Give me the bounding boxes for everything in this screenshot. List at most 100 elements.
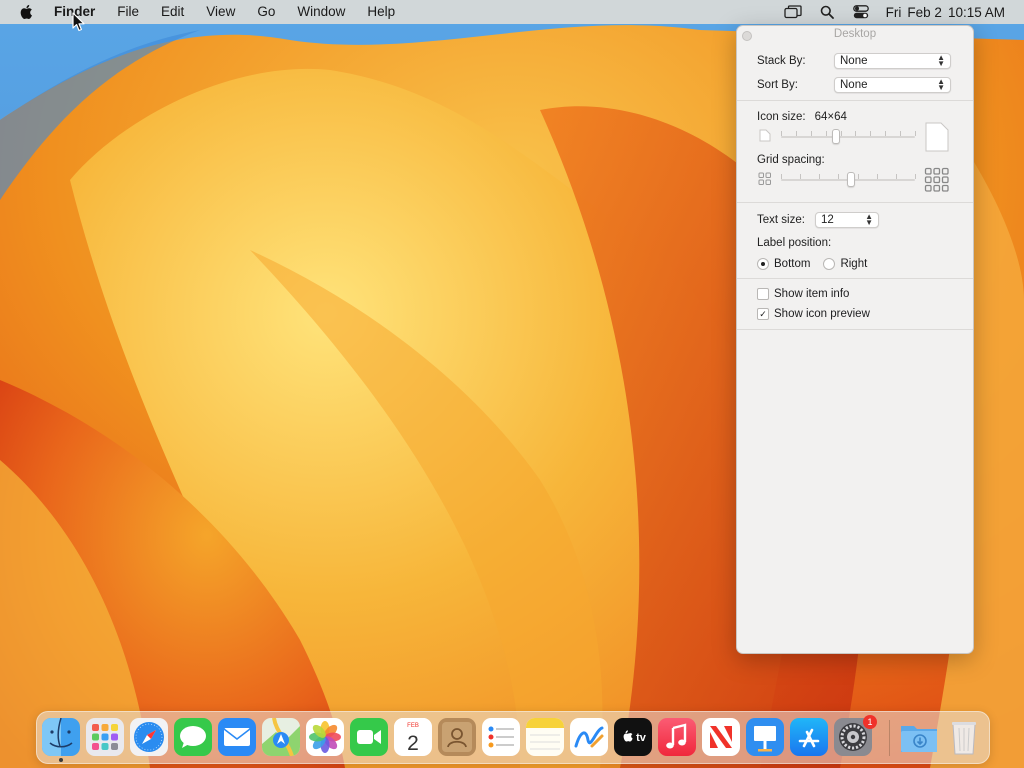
clock-date: Feb 2	[907, 4, 942, 20]
large-document-icon	[925, 122, 949, 152]
slider-tick	[781, 131, 782, 136]
messages-icon[interactable]	[174, 718, 212, 756]
icon-size-slider[interactable]	[757, 122, 953, 154]
app-store-icon[interactable]	[790, 718, 828, 756]
menu-edit[interactable]: Edit	[150, 0, 195, 24]
slider-tick	[781, 174, 782, 179]
screen-mirroring-icon[interactable]	[776, 0, 810, 24]
slider-tick	[915, 174, 916, 179]
notes-icon[interactable]	[526, 718, 564, 756]
dock: FEB 2 tv 1	[36, 711, 990, 764]
sort-by-row: Sort By: None ▲ ▼	[737, 73, 973, 97]
show-icon-preview-label[interactable]: Show icon preview	[774, 308, 870, 320]
icon-size-slider-track	[781, 136, 915, 138]
chevron-updown-icon: ▲ ▼	[937, 53, 945, 68]
facetime-icon[interactable]	[350, 718, 388, 756]
calendar-icon[interactable]: FEB 2	[394, 718, 432, 756]
menu-view[interactable]: View	[195, 0, 246, 24]
slider-tick	[877, 174, 878, 179]
menu-window[interactable]: Window	[286, 0, 356, 24]
contacts-icon[interactable]	[438, 718, 476, 756]
sort-by-value: None	[840, 79, 868, 91]
icon-size-label-row: Icon size: 64×64	[757, 108, 953, 126]
icon-size-value: 64×64	[814, 111, 847, 123]
radio-right[interactable]	[823, 258, 836, 270]
tv-icon[interactable]: tv	[614, 718, 652, 756]
show-item-info-row[interactable]: Show item info	[737, 284, 973, 304]
dock-separator	[889, 720, 890, 756]
freeform-icon[interactable]	[570, 718, 608, 756]
radio-bottom-label[interactable]: Bottom	[774, 258, 810, 270]
slider-tick	[819, 174, 820, 179]
menu-bar-clock[interactable]: Fri Feb 2 10:15 AM	[878, 5, 1024, 20]
photos-icon[interactable]	[306, 718, 344, 756]
menu-file[interactable]: File	[106, 0, 150, 24]
radio-bottom[interactable]	[757, 258, 769, 270]
maps-icon[interactable]	[262, 718, 300, 756]
safari-icon[interactable]	[130, 718, 168, 756]
slider-tick	[915, 131, 916, 136]
clock-day: Fri	[885, 4, 902, 20]
radio-right-label[interactable]: Right	[840, 258, 867, 270]
status-area: Fri Feb 2 10:15 AM	[776, 0, 1024, 24]
text-size-value: 12	[821, 214, 834, 226]
menu-help[interactable]: Help	[356, 0, 406, 24]
slider-tick	[811, 131, 812, 136]
finder-icon[interactable]	[42, 718, 80, 756]
slider-tick	[796, 131, 797, 136]
arrangement-section: Stack By: None ▲ ▼ Sort By: None ▲ ▼	[737, 44, 973, 101]
icon-size-slider-knob[interactable]	[832, 129, 840, 144]
spotlight-search-icon[interactable]	[810, 0, 844, 24]
slider-tick	[896, 174, 897, 179]
slider-tick	[858, 174, 859, 179]
slider-tick	[885, 131, 886, 136]
desktop-view-options-panel: Desktop Stack By: None ▲ ▼ Sort By: None …	[736, 25, 974, 654]
tv-label: tv	[636, 732, 647, 744]
show-item-info-checkbox[interactable]	[757, 288, 769, 300]
calendar-day: 2	[407, 732, 419, 755]
wide-grid-icon	[924, 167, 949, 192]
stack-by-label: Stack By:	[757, 55, 806, 67]
downloads-folder-icon[interactable]	[899, 718, 937, 756]
stack-by-popup[interactable]: None ▲ ▼	[834, 53, 951, 69]
label-position-heading: Label position:	[737, 232, 973, 254]
menu-bar: Finder File Edit View Go Window Help Fri…	[0, 0, 1024, 24]
music-icon[interactable]	[658, 718, 696, 756]
label-position-radio-group: Bottom Right	[737, 254, 973, 274]
show-item-info-label[interactable]: Show item info	[774, 288, 849, 300]
text-size-popup[interactable]: 12 ▲ ▼	[815, 212, 879, 228]
show-icon-preview-row[interactable]: ✓ Show icon preview	[737, 304, 973, 324]
launchpad-icon[interactable]	[86, 718, 124, 756]
stack-by-row: Stack By: None ▲ ▼	[737, 49, 973, 73]
sort-by-label: Sort By:	[757, 79, 798, 91]
tight-grid-icon	[758, 172, 771, 185]
apple-menu-icon[interactable]	[0, 0, 52, 24]
slider-tick	[838, 174, 839, 179]
text-size-row: Text size: 12 ▲ ▼	[737, 208, 973, 232]
text-size-label: Text size:	[757, 214, 805, 226]
label-section: Text size: 12 ▲ ▼ Label position: Bottom …	[737, 203, 973, 279]
notification-badge: 1	[863, 715, 877, 729]
grid-spacing-block: Grid spacing:	[737, 151, 973, 197]
slider-tick	[841, 131, 842, 136]
panel-title: Desktop	[833, 28, 877, 40]
sort-by-popup[interactable]: None ▲ ▼	[834, 77, 951, 93]
size-section: Icon size: 64×64 Grid spacing:	[737, 101, 973, 203]
slider-tick	[900, 131, 901, 136]
mail-icon[interactable]	[218, 718, 256, 756]
trash-icon[interactable]	[945, 718, 983, 756]
news-icon[interactable]	[702, 718, 740, 756]
grid-spacing-slider[interactable]	[757, 167, 953, 197]
mouse-pointer-icon	[72, 12, 85, 32]
icon-size-block: Icon size: 64×64	[737, 108, 973, 154]
grid-spacing-slider-knob[interactable]	[847, 172, 855, 187]
calendar-month: FEB	[407, 723, 419, 729]
finder-running-indicator	[59, 758, 63, 762]
show-icon-preview-checkbox[interactable]: ✓	[757, 308, 769, 320]
menu-go[interactable]: Go	[246, 0, 286, 24]
reminders-icon[interactable]	[482, 718, 520, 756]
panel-titlebar[interactable]: Desktop	[737, 26, 973, 44]
keynote-icon[interactable]	[746, 718, 784, 756]
label-position-label: Label position:	[757, 237, 832, 249]
control-center-icon[interactable]	[844, 0, 878, 24]
